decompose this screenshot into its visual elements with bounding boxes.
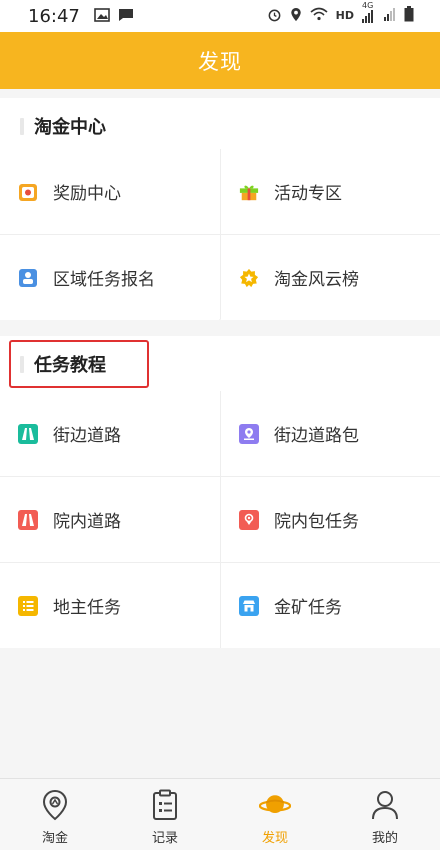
grid-item-label: 金矿任务 <box>274 598 342 618</box>
road-icon <box>18 423 38 444</box>
road-icon <box>18 509 38 530</box>
status-bar: 16:47 HD 4G <box>0 0 440 32</box>
grid-item-landlord-task[interactable]: 地主任务 <box>0 563 219 648</box>
star-badge-icon <box>239 268 259 288</box>
grid-item-label: 奖励中心 <box>53 184 121 204</box>
planet-icon <box>259 789 291 821</box>
user-icon <box>369 789 401 821</box>
grid-item-label: 院内道路 <box>53 512 121 532</box>
grid-item-region-signup[interactable]: 区域任务报名 <box>0 235 219 320</box>
section-grid-gold-center: 奖励中心 活动专区 区域任务报名 淘金风云榜 <box>0 149 440 320</box>
page-title: 发现 <box>198 49 242 74</box>
message-icon <box>118 7 134 26</box>
grid-item-courtyard-road[interactable]: 院内道路 <box>0 477 219 562</box>
wifi-icon <box>310 7 328 24</box>
status-time: 16:47 <box>28 5 80 27</box>
grid-item-gold-ranking[interactable]: 淘金风云榜 <box>221 235 440 320</box>
map-package-icon <box>239 423 259 444</box>
grid-item-label: 淘金风云榜 <box>274 270 359 290</box>
bottom-tab-bar: 淘金 记录 发现 我的 <box>0 778 440 850</box>
grid-divider <box>0 234 440 235</box>
grid-divider <box>220 391 221 648</box>
list-icon <box>18 595 38 616</box>
signup-icon <box>18 268 38 288</box>
gallery-icon <box>94 7 110 26</box>
grid-item-label: 区域任务报名 <box>53 270 155 290</box>
store-icon <box>239 595 259 616</box>
grid-item-activity-zone[interactable]: 活动专区 <box>221 149 440 234</box>
grid-item-label: 院内包任务 <box>274 512 359 532</box>
grid-divider <box>0 562 440 563</box>
grid-item-label: 街边道路包 <box>274 426 359 446</box>
grid-divider <box>0 476 440 477</box>
grid-item-street-road[interactable]: 街边道路 <box>0 391 219 476</box>
signal-2-icon <box>384 7 396 24</box>
grid-item-label: 活动专区 <box>274 184 342 204</box>
network-type-label: HD <box>335 9 354 22</box>
tab-label: 我的 <box>371 831 398 846</box>
signal-icon: 4G <box>362 1 376 23</box>
tab-discover[interactable]: 发现 <box>220 779 330 850</box>
grid-item-gold-mine-task[interactable]: 金矿任务 <box>221 563 440 648</box>
location-package-icon <box>239 509 259 530</box>
reward-icon <box>18 182 38 202</box>
tab-gold-rush[interactable]: 淘金 <box>0 779 110 850</box>
highlight-box <box>9 340 149 388</box>
grid-item-label: 地主任务 <box>53 598 121 618</box>
grid-item-reward-center[interactable]: 奖励中心 <box>0 149 219 234</box>
grid-item-label: 街边道路 <box>53 426 121 446</box>
page-header: 发现 <box>0 32 440 89</box>
grid-item-courtyard-package-task[interactable]: 院内包任务 <box>221 477 440 562</box>
clipboard-icon <box>149 789 181 821</box>
gift-icon <box>239 182 259 202</box>
location-status-icon <box>290 7 302 25</box>
tab-mine[interactable]: 我的 <box>330 779 440 850</box>
tab-label: 发现 <box>261 831 288 846</box>
signal-label: 4G <box>362 0 374 10</box>
tab-label: 淘金 <box>41 831 68 846</box>
tab-label: 记录 <box>151 831 178 846</box>
section-marker <box>20 117 24 135</box>
battery-icon <box>404 6 414 25</box>
grid-item-street-road-package[interactable]: 街边道路包 <box>221 391 440 476</box>
section-header-gold-center: 淘金中心 <box>0 98 440 154</box>
section-title: 淘金中心 <box>34 117 106 138</box>
location-pin-icon <box>39 789 71 821</box>
section-grid-task-tutorial: 街边道路 街边道路包 院内道路 院内包任务 地主任务 金矿任务 <box>0 391 440 648</box>
alarm-icon <box>267 7 282 25</box>
tab-records[interactable]: 记录 <box>110 779 220 850</box>
